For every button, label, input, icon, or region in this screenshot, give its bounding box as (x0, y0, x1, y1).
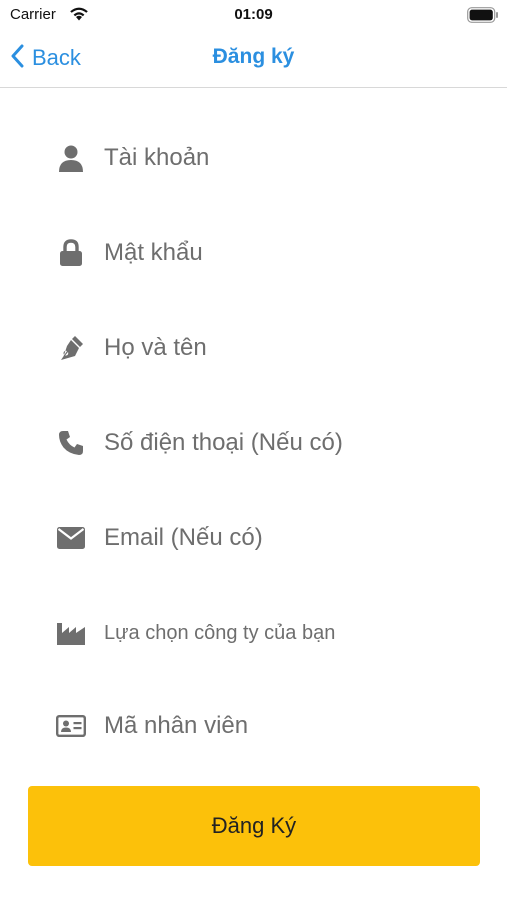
page-title: Đăng ký (212, 45, 295, 68)
navigation-bar: Back Đăng ký (0, 32, 507, 88)
email-input[interactable] (104, 518, 464, 558)
lock-icon (56, 238, 86, 268)
employee-id-input[interactable] (104, 706, 464, 746)
password-field-row (0, 223, 507, 283)
status-bar: Carrier 01:09 (0, 0, 507, 32)
phone-field-row (0, 413, 507, 473)
username-field-row (0, 128, 507, 188)
phone-icon (56, 428, 86, 458)
fullname-input[interactable] (104, 328, 464, 368)
username-input[interactable] (104, 138, 464, 178)
id-card-icon (56, 711, 86, 741)
industry-icon (56, 618, 86, 648)
employee-id-field-row (0, 696, 507, 756)
company-field-row (0, 603, 507, 663)
email-field-row (0, 508, 507, 568)
register-button[interactable]: Đăng Ký (28, 786, 480, 866)
envelope-icon (56, 523, 86, 553)
clock: 01:09 (234, 6, 273, 23)
phone-input[interactable] (104, 423, 464, 463)
pen-nib-icon (56, 333, 86, 363)
company-select[interactable] (104, 613, 464, 653)
password-input[interactable] (104, 233, 464, 273)
fullname-field-row (0, 318, 507, 378)
battery-icon (467, 7, 499, 28)
user-icon (56, 143, 86, 173)
